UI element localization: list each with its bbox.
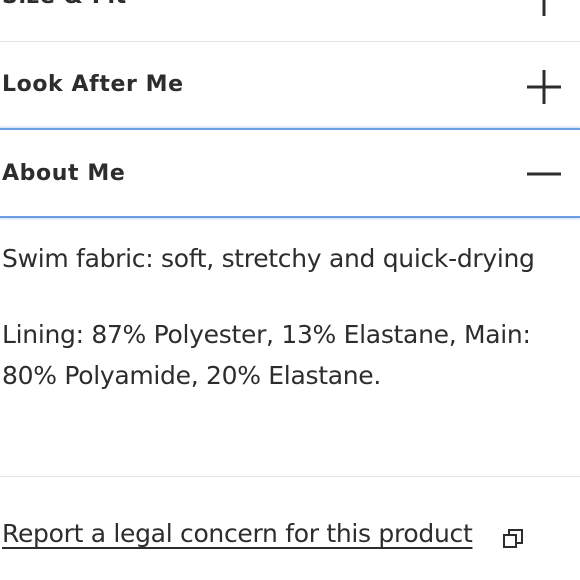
accordion-look-after-me[interactable]: Look After Me	[0, 42, 580, 128]
section-divider	[0, 476, 580, 477]
accordion-look-after-me-label: Look After Me	[2, 72, 184, 97]
accordion-about-me-label: About Me	[2, 161, 126, 186]
accordion-about-me[interactable]: About Me	[0, 128, 580, 218]
external-link-icon[interactable]	[502, 528, 524, 550]
about-me-content: Swim fabric: soft, stretchy and quick-dr…	[2, 238, 572, 396]
accordion-size-fit-label: Size & Fit	[2, 0, 127, 9]
minus-icon[interactable]	[524, 154, 564, 194]
about-me-fabric-text: Swim fabric: soft, stretchy and quick-dr…	[2, 244, 535, 273]
report-legal-concern-link[interactable]: Report a legal concern for this product	[2, 519, 473, 548]
plus-icon[interactable]	[524, 67, 564, 107]
about-me-composition-text: Lining: 87% Polyester, 13% Elastane, Mai…	[2, 320, 531, 390]
accordion-size-fit[interactable]: Size & Fit	[0, 0, 580, 42]
product-details-panel: Size & Fit Look After Me About Me Swim f…	[0, 0, 580, 580]
plus-icon[interactable]	[524, 0, 564, 18]
